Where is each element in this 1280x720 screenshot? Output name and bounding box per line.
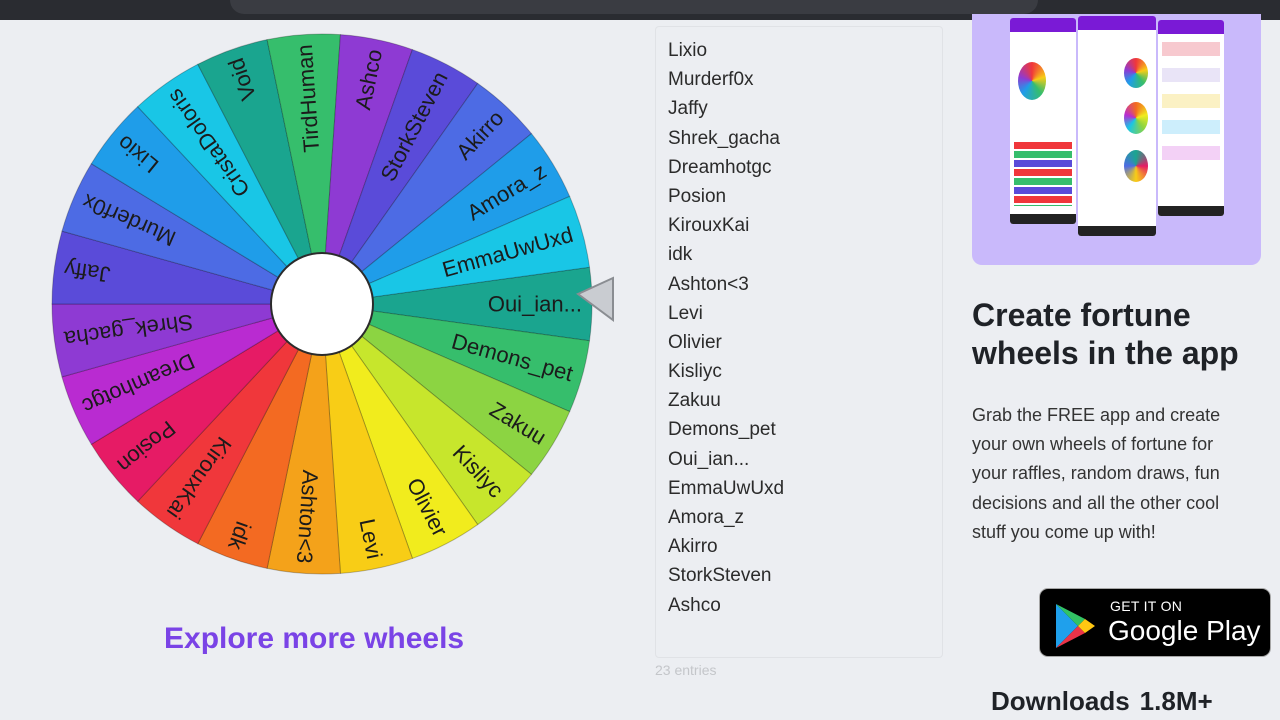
entry-item[interactable]: Ashco bbox=[668, 591, 942, 620]
entry-item[interactable]: Kisliyc bbox=[668, 357, 942, 386]
entry-item[interactable]: Levi bbox=[668, 299, 942, 328]
promo-title: Create fortune wheels in the app bbox=[972, 297, 1239, 371]
downloads-stat: Downloads 1.8M+ bbox=[991, 686, 1223, 717]
entry-item[interactable]: KirouxKai bbox=[668, 211, 942, 240]
entry-item[interactable]: Jaffy bbox=[668, 94, 942, 123]
downloads-value: 1.8M+ bbox=[1139, 686, 1213, 716]
entry-item[interactable]: Amora_z bbox=[668, 503, 942, 532]
badge-line-2: Google Play bbox=[1108, 615, 1261, 646]
entry-item[interactable]: Ashton<3 bbox=[668, 270, 942, 299]
wheel-slice-label: Oui_ian... bbox=[488, 292, 582, 317]
promo-description: Grab the FREE app and create your own wh… bbox=[972, 405, 1221, 542]
entries-list[interactable]: Lixio Murderf0x Jaffy Shrek_gacha Dreamhotgc… bbox=[656, 27, 942, 620]
google-play-badge[interactable]: GET IT ON Google Play bbox=[1039, 588, 1271, 657]
phone-mockup-left bbox=[1010, 18, 1076, 224]
entries-count: 23 entries bbox=[655, 662, 717, 678]
entry-item[interactable]: idk bbox=[668, 240, 942, 269]
explore-more-wheels-link[interactable]: Explore more wheels bbox=[164, 622, 484, 656]
downloads-label: Downloads bbox=[991, 686, 1130, 716]
entry-item[interactable]: Dreamhotgc bbox=[668, 153, 942, 182]
google-play-icon bbox=[1056, 604, 1095, 648]
entry-item[interactable]: EmmaUwUxd bbox=[668, 474, 942, 503]
address-bar[interactable] bbox=[230, 0, 1038, 14]
entry-item[interactable]: Shrek_gacha bbox=[668, 124, 942, 153]
entry-item[interactable]: StorkSteven bbox=[668, 561, 942, 590]
wheel-center-hub[interactable] bbox=[270, 252, 374, 356]
entry-item[interactable]: Oui_ian... bbox=[668, 445, 942, 474]
entry-item[interactable]: Posion bbox=[668, 182, 942, 211]
entry-item[interactable]: Murderf0x bbox=[668, 65, 942, 94]
phone-mockup-right bbox=[1158, 20, 1224, 216]
entries-textbox[interactable]: Lixio Murderf0x Jaffy Shrek_gacha Dreamhotgc… bbox=[655, 26, 943, 658]
wheel-graphic[interactable]: Oui_ian...Demons_petZakuuKisliycOlivierL… bbox=[48, 30, 618, 590]
entry-item[interactable]: Zakuu bbox=[668, 386, 942, 415]
phone-mockup-center bbox=[1078, 16, 1156, 236]
entry-item[interactable]: Olivier bbox=[668, 328, 942, 357]
entry-item[interactable]: Lixio bbox=[668, 36, 942, 65]
fortune-wheel[interactable]: Oui_ian... Demons_pet Zakuu Kisliyc Olivier L… bbox=[48, 30, 618, 590]
entry-item[interactable]: Demons_pet bbox=[668, 415, 942, 444]
badge-line-1: GET IT ON bbox=[1110, 598, 1183, 614]
app-screenshot-image bbox=[972, 14, 1261, 265]
entry-item[interactable]: Akirro bbox=[668, 532, 942, 561]
